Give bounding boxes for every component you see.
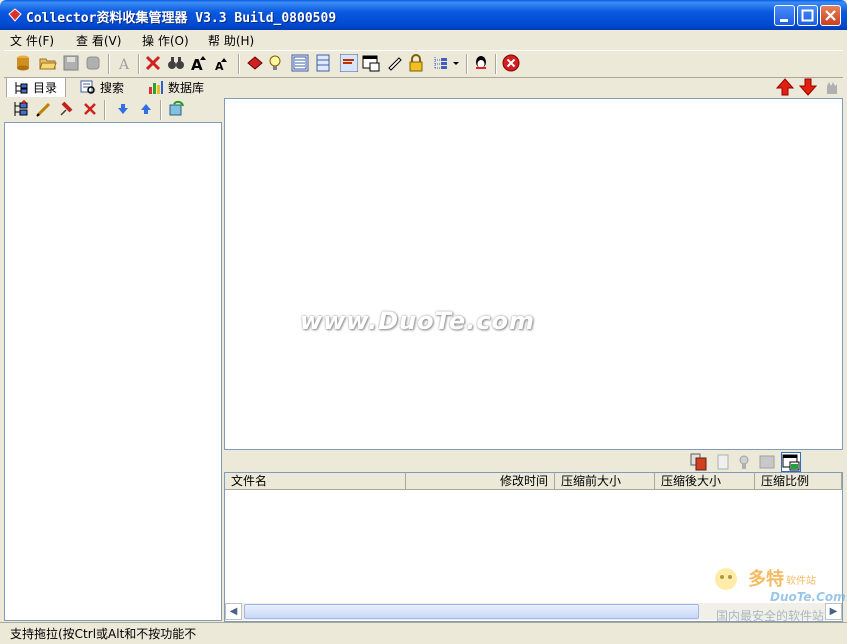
window-title: Collector资料收集管理器 V3.3 Build_0800509 <box>26 11 337 26</box>
lock-icon[interactable] <box>407 54 425 72</box>
save-disk-icon[interactable] <box>758 453 776 471</box>
edit-icon[interactable] <box>385 54 403 72</box>
tab-search[interactable]: 搜索 <box>74 77 134 97</box>
font-larger-icon[interactable]: A <box>190 54 208 72</box>
page-view-icon[interactable] <box>291 54 309 72</box>
toolbar-separator <box>104 100 106 120</box>
svg-text:A: A <box>118 57 130 72</box>
stop-icon[interactable] <box>502 54 520 72</box>
tree-icon[interactable] <box>432 54 450 72</box>
minimize-button[interactable] <box>774 5 795 26</box>
status-bar: 支持拖拉(按Ctrl或Alt和不按功能不 <box>0 622 847 644</box>
toolbar-separator <box>466 54 468 74</box>
status-text: 支持拖拉(按Ctrl或Alt和不按功能不 <box>10 627 197 641</box>
hand-icon[interactable] <box>822 78 840 96</box>
open-folder-icon[interactable] <box>39 54 57 72</box>
panel-layout-icon[interactable] <box>781 452 801 472</box>
pin-icon[interactable] <box>58 100 76 118</box>
minimize-icon <box>780 19 788 22</box>
tab-directory-label: 目录 <box>33 81 58 95</box>
maximize-button[interactable] <box>797 5 818 26</box>
move-down-icon[interactable] <box>114 100 132 118</box>
document-icon[interactable] <box>714 453 732 471</box>
directory-tree-panel[interactable] <box>4 122 222 621</box>
toolbar-separator <box>108 54 110 74</box>
qq-icon[interactable] <box>472 54 490 72</box>
scroll-thumb[interactable] <box>244 604 699 619</box>
arrow-up-icon[interactable] <box>776 78 794 96</box>
arrow-down-icon[interactable] <box>799 78 817 96</box>
move-up-icon[interactable] <box>137 100 155 118</box>
delete-icon[interactable] <box>144 54 162 72</box>
menu-view[interactable]: 查 看(V) <box>76 32 121 49</box>
split-view-icon[interactable] <box>314 54 332 72</box>
content-preview-panel[interactable] <box>224 98 843 450</box>
column-header-modified-time[interactable]: 修改时间 <box>406 473 555 490</box>
close-window-button[interactable] <box>820 5 841 26</box>
brand-slogan: 国内最安全的软件站 <box>716 608 824 623</box>
search-icon <box>80 80 95 94</box>
font-smaller-icon[interactable]: A <box>212 54 230 72</box>
delete-icon[interactable] <box>81 100 99 118</box>
column-header-size-after[interactable]: 压缩後大小 <box>655 473 755 490</box>
svg-text:A: A <box>191 56 203 72</box>
brush-icon[interactable] <box>340 54 358 72</box>
menu-help[interactable]: 帮 助(H) <box>208 32 254 49</box>
lightbulb-icon[interactable] <box>266 54 284 72</box>
toolbar-separator <box>238 54 240 74</box>
font-icon[interactable]: A <box>116 54 134 72</box>
dropdown-icon[interactable] <box>452 54 460 72</box>
toolbar-separator <box>138 54 140 74</box>
refresh-icon[interactable] <box>168 100 186 118</box>
tab-database-label: 数据库 <box>168 80 205 95</box>
lightbulb-off-icon[interactable] <box>735 453 753 471</box>
toolbar-separator <box>495 54 497 74</box>
rename-icon[interactable] <box>35 100 53 118</box>
brand-name: 多特 <box>748 568 784 590</box>
find-icon[interactable] <box>167 54 185 72</box>
toolbar-separator <box>160 100 162 120</box>
left-tab-bar: 目录 搜索 数据库 <box>4 76 222 98</box>
main-toolbar: A A A <box>4 50 843 78</box>
cylinder-icon[interactable] <box>84 54 102 72</box>
close-icon <box>825 10 836 21</box>
menu-operate[interactable]: 操 作(O) <box>142 32 189 49</box>
maximize-icon <box>801 9 814 22</box>
new-folder-icon[interactable] <box>12 100 30 118</box>
window-icon[interactable] <box>362 54 380 72</box>
column-header-ratio[interactable]: 压缩比例 <box>755 473 842 490</box>
save-icon[interactable] <box>62 54 80 72</box>
tab-directory[interactable]: 目录 <box>6 77 66 97</box>
database-chart-icon <box>149 81 163 94</box>
menu-bar: 文 件(F) 查 看(V) 操 作(O) 帮 助(H) <box>4 30 843 49</box>
watermark-text: www.DuoTe.com <box>300 307 535 335</box>
column-header-filename[interactable]: 文件名 <box>225 473 406 490</box>
brand-url: DuoTe.Com <box>770 590 846 604</box>
database-icon[interactable] <box>14 54 32 72</box>
left-toolbar <box>4 98 222 122</box>
duote-brand-logo: 多特 软件站 DuoTe.Com 国内最安全的软件站 <box>715 568 846 623</box>
menu-file[interactable]: 文 件(F) <box>10 32 54 49</box>
copy-files-icon[interactable] <box>690 453 708 471</box>
directory-tree-icon <box>15 81 28 94</box>
app-diamond-icon <box>8 8 22 22</box>
brand-sub: 软件站 <box>786 574 816 587</box>
column-header-size-before[interactable]: 压缩前大小 <box>555 473 655 490</box>
bookmark-icon[interactable] <box>246 54 264 72</box>
tab-database[interactable]: 数据库 <box>142 77 218 97</box>
tab-search-label: 搜索 <box>100 80 125 95</box>
file-list-toolbar <box>688 452 843 472</box>
scroll-left-button[interactable]: ◀ <box>225 603 242 620</box>
